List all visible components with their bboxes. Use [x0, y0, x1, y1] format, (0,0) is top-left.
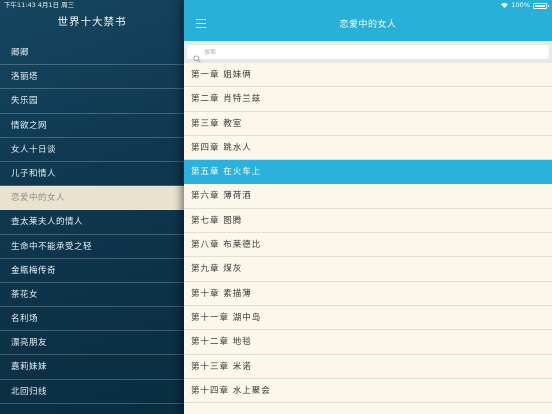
sidebar-item[interactable]: 情欲之网 — [0, 114, 184, 138]
status-bar: 下午11:43 4月1日 周三 100% — [0, 0, 552, 11]
sidebar: 世界十大禁书 卿卿 洛丽塔 失乐园 情欲之网 女人十日谈 儿子和情人 恋爱中的女人 查太莱夫人… — [0, 0, 184, 414]
chapter-item[interactable]: 第十章 素描薄 — [184, 282, 552, 306]
chapter-item[interactable]: 第十四章 水上聚会 — [184, 379, 552, 404]
battery-icon — [533, 2, 549, 9]
search-box[interactable] — [187, 45, 549, 63]
battery-percent: 100% — [511, 1, 530, 9]
main-panel: 恋爱中的女人 第一章 姐妹俩第二章 肖特兰兹第三章 教室第四章 跳水人第五章 在… — [184, 0, 552, 414]
chapter-item[interactable]: 第八章 布莱德比 — [184, 233, 552, 258]
search-input[interactable] — [204, 48, 534, 56]
sidebar-item[interactable]: 恋爱中的女人 — [0, 186, 184, 211]
sidebar-item[interactable]: 洛丽塔 — [0, 65, 184, 90]
search-bar — [184, 41, 552, 63]
sidebar-item[interactable]: 失乐园 — [0, 89, 184, 114]
sidebar-item[interactable]: 金瓶梅传奇 — [0, 259, 184, 283]
chapter-item[interactable]: 第十一章 湖中岛 — [184, 306, 552, 331]
status-right: 100% — [501, 0, 549, 11]
sidebar-item[interactable]: 女人十日谈 — [0, 138, 184, 162]
book-list: 卿卿 洛丽塔 失乐园 情欲之网 女人十日谈 儿子和情人 恋爱中的女人 查太莱夫人的情人 生命中不… — [0, 41, 184, 404]
sidebar-item[interactable]: 名利场 — [0, 307, 184, 332]
sidebar-item[interactable]: 卿卿 — [0, 41, 184, 66]
page-title: 恋爱中的女人 — [339, 20, 397, 30]
chapter-item[interactable]: 第十三章 米诺 — [184, 355, 552, 379]
sidebar-item[interactable]: 漂亮朋友 — [0, 331, 184, 356]
chapter-item[interactable]: 第一章 姐妹俩 — [184, 63, 552, 88]
sidebar-item[interactable]: 北回归线 — [0, 380, 184, 404]
chapter-item[interactable]: 第七章 图腾 — [184, 209, 552, 234]
chapter-item[interactable]: 第六章 薄荷酒 — [184, 184, 552, 209]
chapter-item[interactable]: 第三章 教室 — [184, 112, 552, 136]
sidebar-item[interactable]: 儿子和情人 — [0, 162, 184, 187]
sidebar-item[interactable]: 查太莱夫人的情人 — [0, 210, 184, 235]
search-icon — [193, 48, 201, 63]
chapter-item[interactable]: 第九章 煤灰 — [184, 257, 552, 282]
chapter-item[interactable]: 第五章 在火车上 — [184, 160, 552, 185]
sidebar-item[interactable]: 生命中不能承受之轻 — [0, 235, 184, 259]
sidebar-item[interactable]: 嘉莉妹妹 — [0, 355, 184, 380]
sidebar-title: 世界十大禁书 — [57, 16, 127, 28]
chapter-list: 第一章 姐妹俩 第二章 肖特兰兹 第三章 教室 第四章 跳水人 第五章 在火车上 第六章 … — [184, 63, 552, 404]
chapter-item[interactable]: 第十二章 地毯 — [184, 330, 552, 355]
status-time-date: 下午11:43 4月1日 周三 — [4, 1, 75, 9]
chapter-item[interactable]: 第四章 跳水人 — [184, 136, 552, 161]
sidebar-item[interactable]: 茶花女 — [0, 283, 184, 308]
wifi-icon — [501, 3, 509, 8]
chapter-item[interactable]: 第二章 肖特兰兹 — [184, 87, 552, 112]
